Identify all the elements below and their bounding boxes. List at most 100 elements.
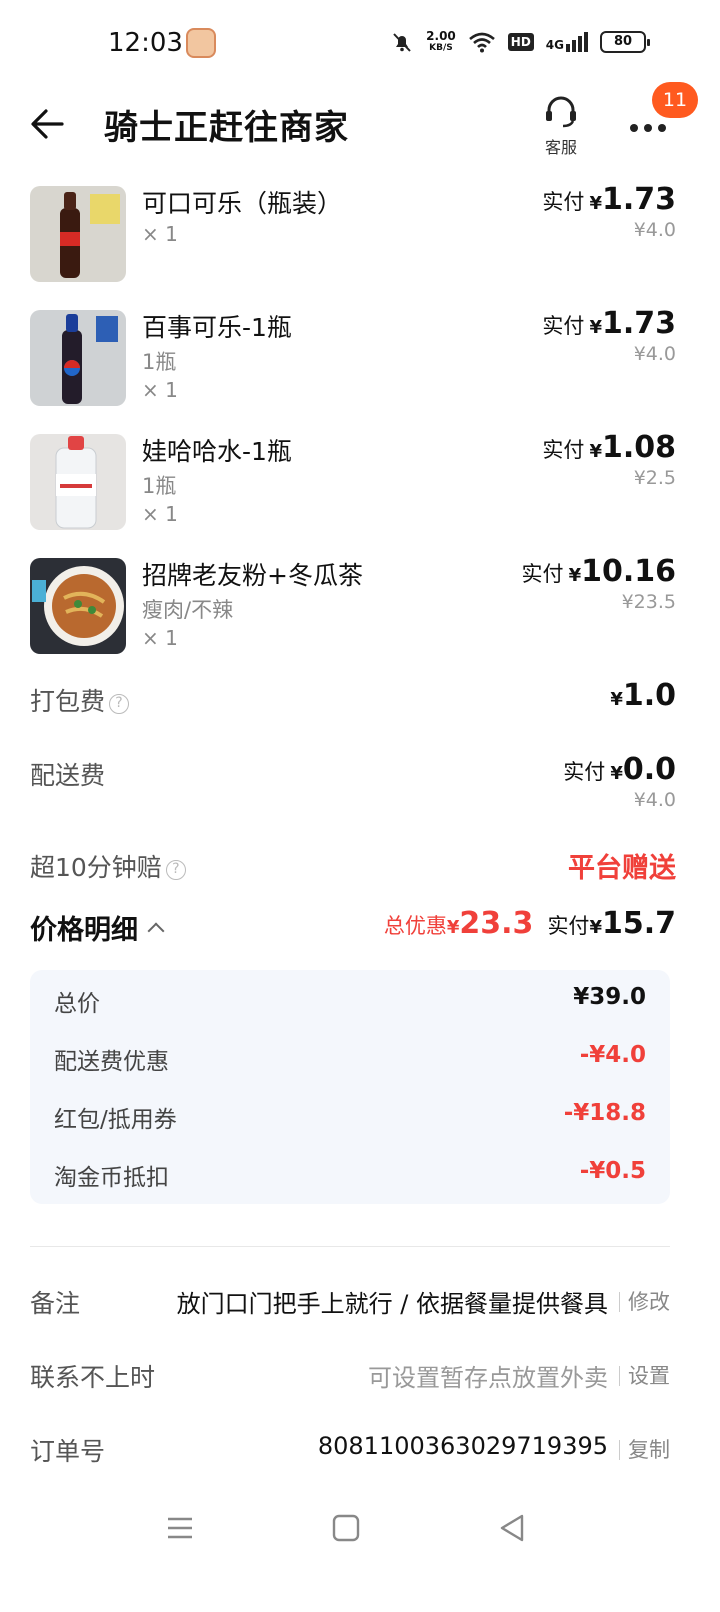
remark-label: 备注 xyxy=(30,1289,81,1318)
currency-symbol: ¥ xyxy=(446,917,460,938)
total-discount-label: 总优惠 xyxy=(383,914,447,938)
network-speed-unit: KB/S xyxy=(429,43,453,53)
help-icon[interactable]: ? xyxy=(109,694,130,714)
item-quantity: × 1 xyxy=(142,502,178,526)
price-detail-toggle[interactable]: 价格明细 xyxy=(30,908,165,947)
system-nav-bar xyxy=(0,1490,720,1560)
headset-icon xyxy=(546,96,576,128)
delivery-fee-value: 实付 ¥0.0 ¥4.0 xyxy=(563,752,676,811)
separator xyxy=(619,1440,620,1460)
paid-label: 实付 xyxy=(542,314,585,338)
breakdown-label: 淘金币抵扣 xyxy=(54,1165,169,1191)
top-header: 骑士正赶往商家 客服 xyxy=(0,90,720,170)
wifi-icon xyxy=(468,32,495,53)
page-title: 骑士正赶往商家 xyxy=(104,108,349,148)
breakdown-row: 红包/抵用券 -¥18.8 xyxy=(30,1086,670,1144)
paid-amount: 1.73 xyxy=(601,306,676,341)
breakdown-value: -¥18.8 xyxy=(563,1100,646,1126)
help-icon[interactable]: ? xyxy=(165,860,186,880)
original-price: ¥4.0 xyxy=(633,789,676,811)
item-thumbnail xyxy=(30,310,126,406)
price-detail-summary: 总优惠¥23.3 实付¥15.7 xyxy=(384,906,676,941)
paid-amount: 10.16 xyxy=(581,554,676,589)
edit-remark-button[interactable]: 修改 xyxy=(628,1286,670,1316)
order-item[interactable]: 娃哈哈水-1瓶 1瓶 × 1 实付 ¥1.08 ¥2.5 xyxy=(0,428,720,530)
order-item[interactable]: 可口可乐（瓶装） × 1 实付 ¥1.73 ¥4.0 xyxy=(0,180,720,282)
separator xyxy=(619,1292,620,1312)
breakdown-row: 总价 ¥39.0 xyxy=(30,970,670,1028)
packing-fee-label: 打包费? xyxy=(30,682,130,718)
paid-amount: 1.73 xyxy=(601,182,676,217)
currency-symbol: ¥ xyxy=(610,763,623,784)
item-quantity: × 1 xyxy=(142,378,178,402)
customer-service-label: 客服 xyxy=(544,138,577,157)
original-price: ¥4.0 xyxy=(633,343,676,365)
app-notification-icon xyxy=(186,28,216,58)
item-name: 招牌老友粉+冬瓜茶 xyxy=(142,561,363,590)
remark-value: 放门口门把手上就行 / 依据餐量提供餐具 xyxy=(176,1290,608,1318)
unreachable-value: 可设置暂存点放置外卖 xyxy=(368,1364,608,1392)
back-triangle-icon[interactable] xyxy=(494,1510,530,1546)
order-number-label: 订单号 xyxy=(30,1437,106,1466)
item-spec: 1瓶 xyxy=(142,474,177,498)
notification-badge: 11 xyxy=(652,82,698,118)
paid-label: 实付 xyxy=(521,562,564,586)
currency-symbol: ¥ xyxy=(589,441,602,462)
menu-icon[interactable] xyxy=(162,1510,198,1546)
status-icons: 2.00 KB/S HD 4G 80 xyxy=(390,30,650,54)
item-spec: 瘦肉/不辣 xyxy=(142,598,234,622)
item-price: 实付 ¥10.16 ¥23.5 xyxy=(521,554,676,613)
item-thumbnail xyxy=(30,434,126,530)
currency-symbol: ¥ xyxy=(589,193,602,214)
paid-label: 实付 xyxy=(542,438,585,462)
network-speed-value: 2.00 xyxy=(426,29,456,43)
total-discount: 总优惠¥23.3 xyxy=(384,906,534,941)
unreachable-row: 联系不上时 可设置暂存点放置外卖 设置 xyxy=(0,1358,720,1418)
late-compensation-value: 平台赠送 xyxy=(568,853,676,884)
breakdown-value: -¥0.5 xyxy=(579,1158,646,1184)
hd-icon: HD xyxy=(507,33,534,51)
item-name: 娃哈哈水-1瓶 xyxy=(142,437,292,466)
status-time: 12:03 xyxy=(108,28,183,58)
total-paid: 实付¥15.7 xyxy=(547,906,676,941)
item-spec: 1瓶 xyxy=(142,350,177,374)
item-name: 百事可乐-1瓶 xyxy=(142,313,292,342)
packing-fee-amount: 1.0 xyxy=(622,678,676,713)
remark-row: 备注 放门口门把手上就行 / 依据餐量提供餐具 修改 xyxy=(0,1284,720,1344)
item-quantity: × 1 xyxy=(142,626,178,650)
order-item[interactable]: 招牌老友粉+冬瓜茶 瘦肉/不辣 × 1 实付 ¥10.16 ¥23.5 xyxy=(0,552,720,654)
currency-symbol: ¥ xyxy=(568,565,582,586)
price-breakdown-panel: 总价 ¥39.0 配送费优惠 -¥4.0 红包/抵用券 -¥18.8 淘金币抵扣… xyxy=(30,970,670,1204)
packing-fee-label-text: 打包费 xyxy=(30,687,106,716)
copy-order-number-button[interactable]: 复制 xyxy=(628,1434,670,1464)
back-arrow-icon[interactable] xyxy=(28,104,68,144)
order-item[interactable]: 百事可乐-1瓶 1瓶 × 1 实付 ¥1.73 ¥4.0 xyxy=(0,304,720,406)
paid-label: 实付 xyxy=(563,760,606,784)
delivery-fee-label: 配送费 xyxy=(30,761,106,790)
item-price: 实付 ¥1.73 ¥4.0 xyxy=(542,306,676,365)
mute-bell-icon xyxy=(393,33,411,52)
breakdown-row: 配送费优惠 -¥4.0 xyxy=(30,1028,670,1086)
item-price: 实付 ¥1.08 ¥2.5 xyxy=(542,430,676,489)
network-speed: 2.00 KB/S xyxy=(426,30,456,54)
breakdown-value: ¥39.0 xyxy=(573,984,646,1010)
breakdown-row: 淘金币抵扣 -¥0.5 xyxy=(30,1144,670,1202)
currency-symbol: ¥ xyxy=(589,317,602,338)
item-quantity: × 1 xyxy=(142,222,178,246)
packing-fee-value: ¥1.0 xyxy=(610,678,676,713)
unreachable-label: 联系不上时 xyxy=(30,1363,156,1392)
late-compensation-label: 超10分钟赔? xyxy=(30,848,186,884)
total-discount-amount: 23.3 xyxy=(459,906,534,941)
late-compensation-label-text: 超10分钟赔 xyxy=(30,853,162,882)
order-number-value: 8081100363029719395 xyxy=(317,1432,608,1460)
paid-amount: 1.08 xyxy=(601,430,676,465)
order-number-row: 订单号 8081100363029719395 复制 xyxy=(0,1432,720,1492)
battery-icon: 80 xyxy=(600,31,650,53)
total-paid-amount: 15.7 xyxy=(601,906,676,941)
paid-label: 实付 xyxy=(542,190,585,214)
signal-icon: 4G xyxy=(546,32,588,52)
set-drop-point-button[interactable]: 设置 xyxy=(628,1360,670,1390)
total-paid-label: 实付 xyxy=(547,914,590,938)
home-icon[interactable] xyxy=(328,1510,364,1546)
customer-service-button[interactable]: 客服 xyxy=(536,96,586,160)
